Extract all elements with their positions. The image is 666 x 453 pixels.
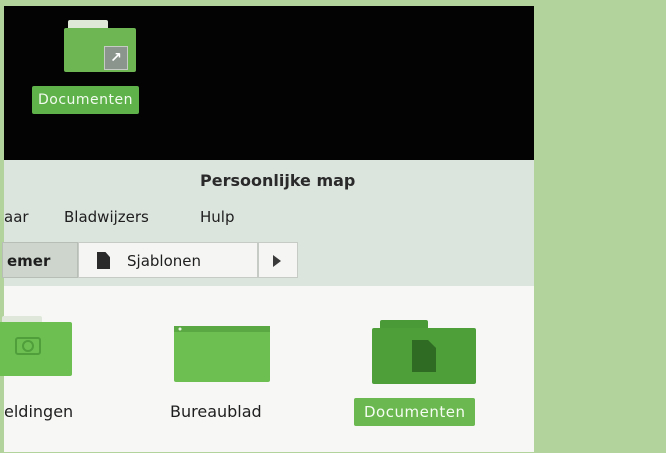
menu-bar: aar Bladwijzers Hulp (4, 200, 534, 236)
shortcut-arrow-icon: ↗ (104, 46, 128, 70)
document-folder-icon (372, 328, 476, 384)
desktop-folder-icon (174, 326, 270, 382)
arrow-right-icon (273, 255, 281, 267)
file-item-label: eldingen (4, 402, 74, 421)
file-manager-window: Persoonlijke map aar Bladwijzers Hulp em… (0, 160, 534, 452)
document-icon (97, 252, 110, 269)
desktop-icon-documenten[interactable]: ↗ (64, 20, 140, 80)
path-button-sjablonen[interactable]: Sjablonen (78, 242, 258, 278)
path-button-persoonlijke-map[interactable]: emer (2, 242, 78, 278)
file-item-afbeeldingen[interactable] (0, 316, 72, 380)
title-bar[interactable]: Persoonlijke map (4, 160, 534, 200)
file-item-bureaublad[interactable] (174, 326, 270, 382)
path-button-label: emer (7, 252, 51, 270)
file-item-documenten[interactable] (372, 320, 476, 384)
file-item-label-selected[interactable]: Documenten (354, 398, 476, 426)
camera-folder-icon (0, 322, 72, 376)
menu-item-hulp[interactable]: Hulp (200, 208, 234, 226)
desktop-icon-label[interactable]: Documenten (32, 86, 140, 114)
screen: ↗ Documenten Persoonlijke map aar Bladwi… (0, 0, 666, 453)
file-view: eldingen Bureaublad Documenten (0, 286, 534, 452)
desktop: ↗ Documenten (4, 6, 534, 160)
camera-glyph (15, 337, 41, 355)
path-next-button[interactable] (258, 242, 298, 278)
menu-item-beeld[interactable]: aar (4, 208, 29, 226)
path-button-label: Sjablonen (127, 252, 201, 270)
file-item-label: Bureaublad (170, 402, 262, 421)
menu-item-bladwijzers[interactable]: Bladwijzers (64, 208, 149, 226)
window-title: Persoonlijke map (200, 171, 356, 190)
desktop-glyph (174, 326, 270, 332)
document-glyph (412, 340, 436, 372)
path-bar: emer Sjablonen (2, 236, 534, 286)
